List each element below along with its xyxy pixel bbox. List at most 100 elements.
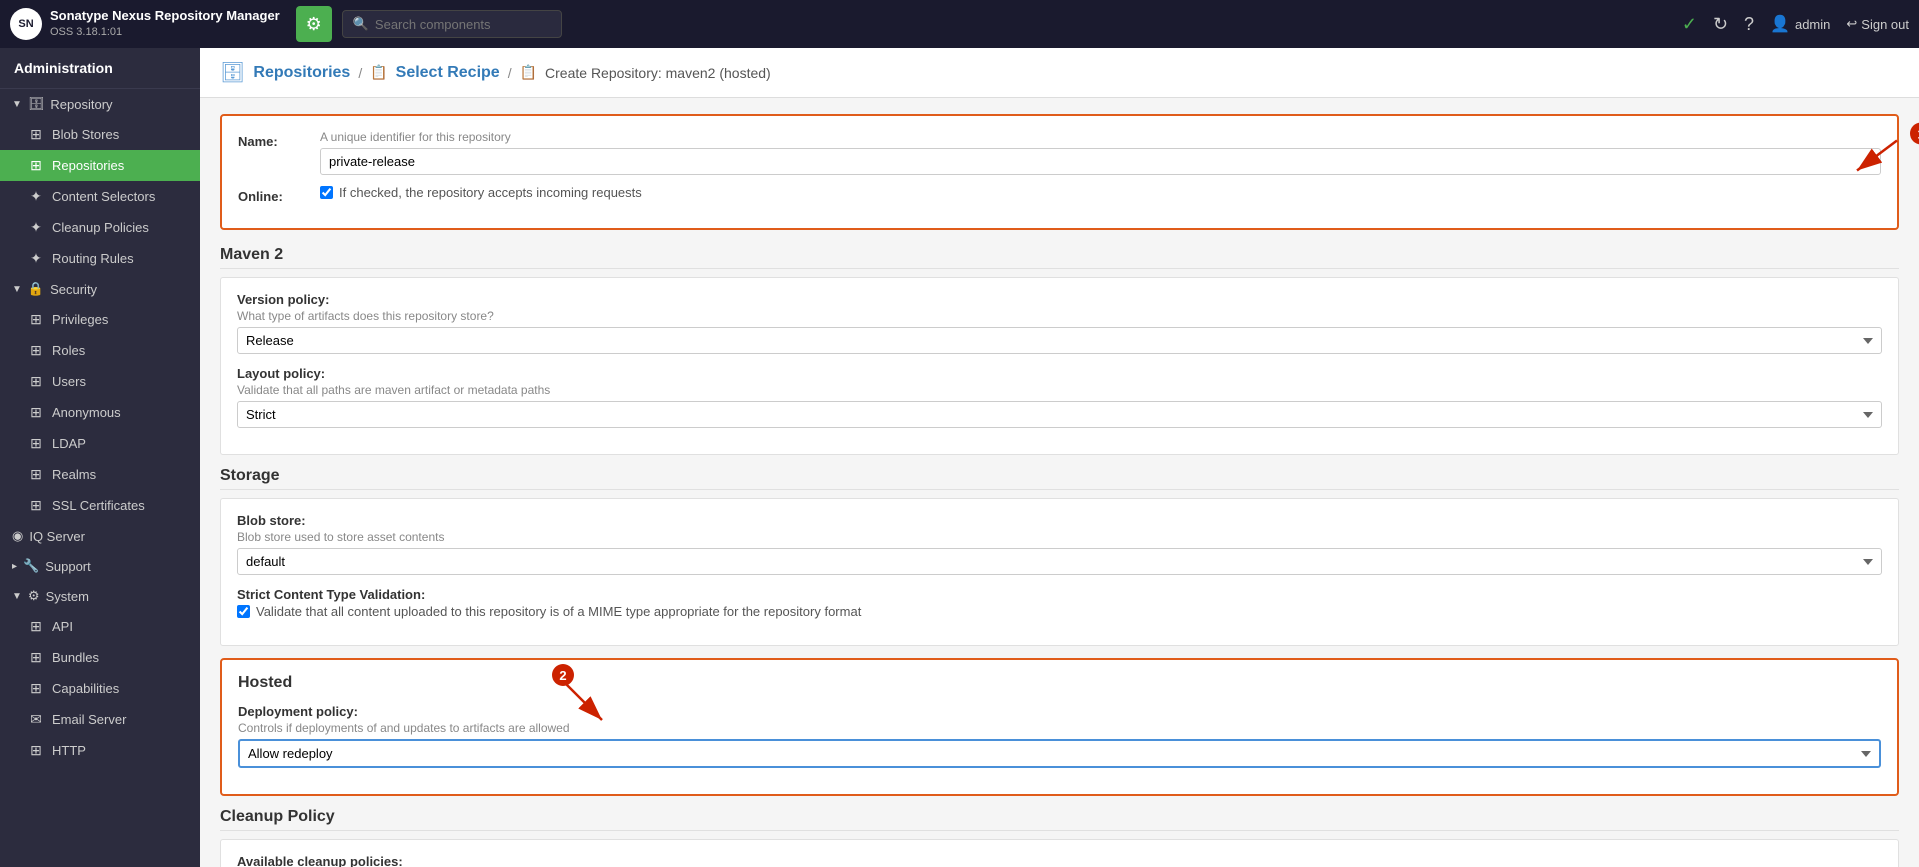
iq-label: IQ Server bbox=[29, 529, 85, 544]
signout-button[interactable]: ↩ Sign out bbox=[1846, 16, 1909, 32]
annotation-1-badge: 1 bbox=[1910, 123, 1919, 145]
sidebar-group-repository[interactable]: ▼ 🗄 Repository bbox=[0, 89, 200, 119]
sidebar-group-iq[interactable]: ◉ IQ Server bbox=[0, 521, 200, 551]
navbar: SN Sonatype Nexus Repository Manager OSS… bbox=[0, 0, 1919, 48]
sidebar-item-roles[interactable]: ⊞ Roles bbox=[0, 335, 200, 366]
sidebar-item-realms[interactable]: ⊞ Realms bbox=[0, 459, 200, 490]
ssl-label: SSL Certificates bbox=[52, 498, 145, 513]
sidebar-item-cleanup-policies[interactable]: ✦ Cleanup Policies bbox=[0, 212, 200, 243]
signout-label: Sign out bbox=[1861, 17, 1909, 32]
gear-icon: ⚙ bbox=[306, 14, 322, 35]
realms-icon: ⊞ bbox=[28, 466, 44, 483]
form-area: Name: A unique identifier for this repos… bbox=[200, 98, 1919, 867]
ssl-icon: ⊞ bbox=[28, 497, 44, 514]
breadcrumb-repositories-link[interactable]: Repositories bbox=[253, 64, 350, 82]
hosted-title: Hosted bbox=[238, 674, 1881, 696]
email-server-icon: ✉ bbox=[28, 711, 44, 728]
deployment-policy-label: Deployment policy: bbox=[238, 704, 1881, 719]
app-version: OSS 3.18.1:01 bbox=[50, 25, 280, 39]
caret-icon: ▼ bbox=[12, 99, 22, 110]
online-checkbox[interactable] bbox=[320, 186, 333, 199]
storage-title: Storage bbox=[220, 467, 1899, 490]
version-policy-select[interactable]: Release Snapshot Mixed bbox=[237, 327, 1882, 354]
strict-content-group: Strict Content Type Validation: Validate… bbox=[237, 587, 1882, 619]
sidebar-item-ssl-certificates[interactable]: ⊞ SSL Certificates bbox=[0, 490, 200, 521]
sidebar-item-capabilities[interactable]: ⊞ Capabilities bbox=[0, 673, 200, 704]
sidebar-group-system[interactable]: ▼ ⚙ System bbox=[0, 581, 200, 611]
anonymous-label: Anonymous bbox=[52, 405, 121, 420]
layout-policy-select[interactable]: Strict Permissive bbox=[237, 401, 1882, 428]
name-hint: A unique identifier for this repository bbox=[320, 130, 1881, 144]
blob-store-label: Blob store: bbox=[237, 513, 1882, 528]
breadcrumb-icon2: 📋 bbox=[520, 64, 537, 81]
help-icon[interactable]: ? bbox=[1744, 14, 1754, 35]
content-selectors-label: Content Selectors bbox=[52, 189, 155, 204]
privileges-label: Privileges bbox=[52, 312, 108, 327]
app-title: Sonatype Nexus Repository Manager bbox=[50, 8, 280, 25]
sidebar-item-privileges[interactable]: ⊞ Privileges bbox=[0, 304, 200, 335]
sidebar-item-bundles[interactable]: ⊞ Bundles bbox=[0, 642, 200, 673]
maven2-section: Maven 2 Version policy: What type of art… bbox=[220, 246, 1899, 455]
blob-stores-label: Blob Stores bbox=[52, 127, 119, 142]
ldap-icon: ⊞ bbox=[28, 435, 44, 452]
online-checkbox-row: If checked, the repository accepts incom… bbox=[320, 185, 1881, 200]
http-label: HTTP bbox=[52, 743, 86, 758]
cleanup-title: Cleanup Policy bbox=[220, 808, 1899, 831]
search-icon: 🔍 bbox=[353, 16, 369, 32]
version-policy-group: Version policy: What type of artifacts d… bbox=[237, 292, 1882, 354]
caret-icon-support: ▸ bbox=[12, 561, 17, 572]
routing-rules-label: Routing Rules bbox=[52, 251, 134, 266]
search-input[interactable] bbox=[375, 17, 551, 32]
bundles-label: Bundles bbox=[52, 650, 99, 665]
layout-policy-label: Layout policy: bbox=[237, 366, 1882, 381]
gear-button[interactable]: ⚙ bbox=[296, 6, 332, 42]
user-menu[interactable]: 👤 admin bbox=[1770, 14, 1830, 34]
caret-icon-security: ▼ bbox=[12, 284, 22, 295]
sidebar-sub-system: ⊞ API ⊞ Bundles ⊞ Capabilities ✉ Email S… bbox=[0, 611, 200, 766]
capabilities-icon: ⊞ bbox=[28, 680, 44, 697]
sidebar-item-api[interactable]: ⊞ API bbox=[0, 611, 200, 642]
online-label: Online: bbox=[238, 185, 308, 204]
repositories-label: Repositories bbox=[52, 158, 124, 173]
layout-policy-group: Layout policy: Validate that all paths a… bbox=[237, 366, 1882, 428]
online-field: If checked, the repository accepts incom… bbox=[320, 185, 1881, 200]
storage-fields: Blob store: Blob store used to store ass… bbox=[220, 498, 1899, 646]
http-icon: ⊞ bbox=[28, 742, 44, 759]
repo-group-icon: 🗄 bbox=[28, 96, 45, 112]
sidebar-item-users[interactable]: ⊞ Users bbox=[0, 366, 200, 397]
sidebar-item-blob-stores[interactable]: ⊞ Blob Stores bbox=[0, 119, 200, 150]
name-input[interactable] bbox=[320, 148, 1881, 175]
sidebar-group-support[interactable]: ▸ 🔧 Support bbox=[0, 551, 200, 581]
anonymous-icon: ⊞ bbox=[28, 404, 44, 421]
sidebar-item-email-server[interactable]: ✉ Email Server bbox=[0, 704, 200, 735]
iq-icon: ◉ bbox=[12, 528, 23, 544]
breadcrumb-select-recipe-link[interactable]: Select Recipe bbox=[396, 64, 500, 82]
deployment-policy-hint: Controls if deployments of and updates t… bbox=[238, 721, 1881, 735]
realms-label: Realms bbox=[52, 467, 96, 482]
content-selectors-icon: ✦ bbox=[28, 188, 44, 205]
system-label: System bbox=[46, 589, 89, 604]
deployment-policy-select[interactable]: Allow redeploy Disable redeploy Read-onl… bbox=[238, 739, 1881, 768]
privileges-icon: ⊞ bbox=[28, 311, 44, 328]
name-online-box: Name: A unique identifier for this repos… bbox=[220, 114, 1899, 230]
search-box[interactable]: 🔍 bbox=[342, 10, 562, 38]
cleanup-policies-label: Cleanup Policies bbox=[52, 220, 149, 235]
blob-store-select[interactable]: default bbox=[237, 548, 1882, 575]
sidebar-item-routing-rules[interactable]: ✦ Routing Rules bbox=[0, 243, 200, 274]
sidebar-item-content-selectors[interactable]: ✦ Content Selectors bbox=[0, 181, 200, 212]
cleanup-policies-icon: ✦ bbox=[28, 219, 44, 236]
sidebar-group-security[interactable]: ▼ 🔒 Security bbox=[0, 274, 200, 304]
bundles-icon: ⊞ bbox=[28, 649, 44, 666]
security-group-icon: 🔒 bbox=[28, 281, 44, 297]
blob-store-group: Blob store: Blob store used to store ass… bbox=[237, 513, 1882, 575]
sidebar-item-repositories[interactable]: ⊞ Repositories bbox=[0, 150, 200, 181]
strict-content-checkbox[interactable] bbox=[237, 605, 250, 618]
status-check-icon[interactable]: ✓ bbox=[1682, 14, 1697, 35]
cleanup-fields: Available cleanup policies: Select a cle… bbox=[220, 839, 1899, 867]
sidebar-item-http[interactable]: ⊞ HTTP bbox=[0, 735, 200, 766]
roles-icon: ⊞ bbox=[28, 342, 44, 359]
sidebar-item-ldap[interactable]: ⊞ LDAP bbox=[0, 428, 200, 459]
refresh-icon[interactable]: ↻ bbox=[1713, 14, 1728, 35]
breadcrumb-sep1: / bbox=[358, 65, 362, 81]
sidebar-item-anonymous[interactable]: ⊞ Anonymous bbox=[0, 397, 200, 428]
